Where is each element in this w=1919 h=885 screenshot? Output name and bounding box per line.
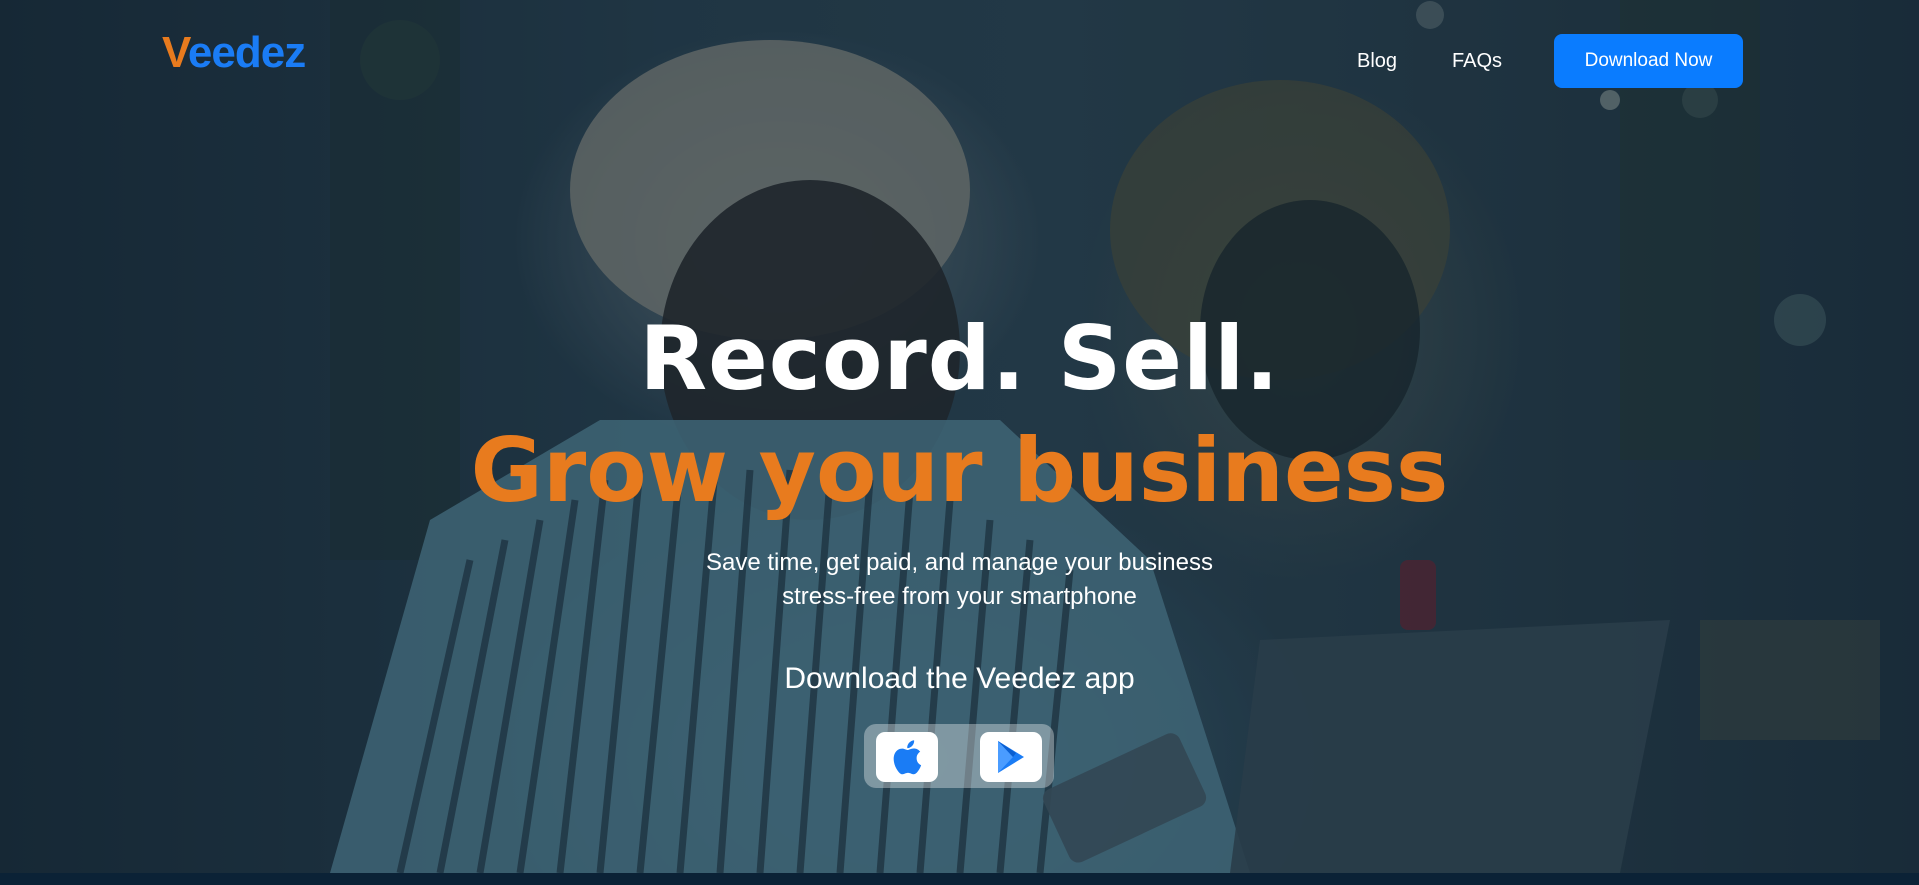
headline-accent: Grow your business [470, 419, 1449, 522]
app-store-buttons [864, 724, 1054, 788]
google-play-icon [998, 741, 1024, 773]
nav-link-faqs[interactable]: FAQs [1452, 50, 1502, 73]
hero-subtitle: Save time, get paid, and manage your bus… [0, 546, 1919, 614]
headline-primary: Record. Sell. [639, 307, 1280, 410]
logo-letters: eedez [187, 28, 306, 77]
app-store-button[interactable] [876, 732, 938, 782]
subtitle-line-2: stress-free from your smartphone [782, 583, 1137, 610]
hero-section: Veedez Blog FAQs Download Now Record. Se… [0, 0, 1919, 873]
download-now-button[interactable]: Download Now [1554, 34, 1743, 88]
google-play-button[interactable] [980, 732, 1042, 782]
veedez-logo[interactable]: Veedez [162, 28, 306, 78]
logo-letter-v: V [162, 28, 189, 77]
download-app-heading: Download the Veedez app [784, 662, 1135, 695]
subtitle-line-1: Save time, get paid, and manage your bus… [706, 549, 1213, 576]
bottom-strip [0, 873, 1919, 885]
apple-icon [893, 740, 922, 775]
nav-link-blog[interactable]: Blog [1357, 50, 1397, 73]
